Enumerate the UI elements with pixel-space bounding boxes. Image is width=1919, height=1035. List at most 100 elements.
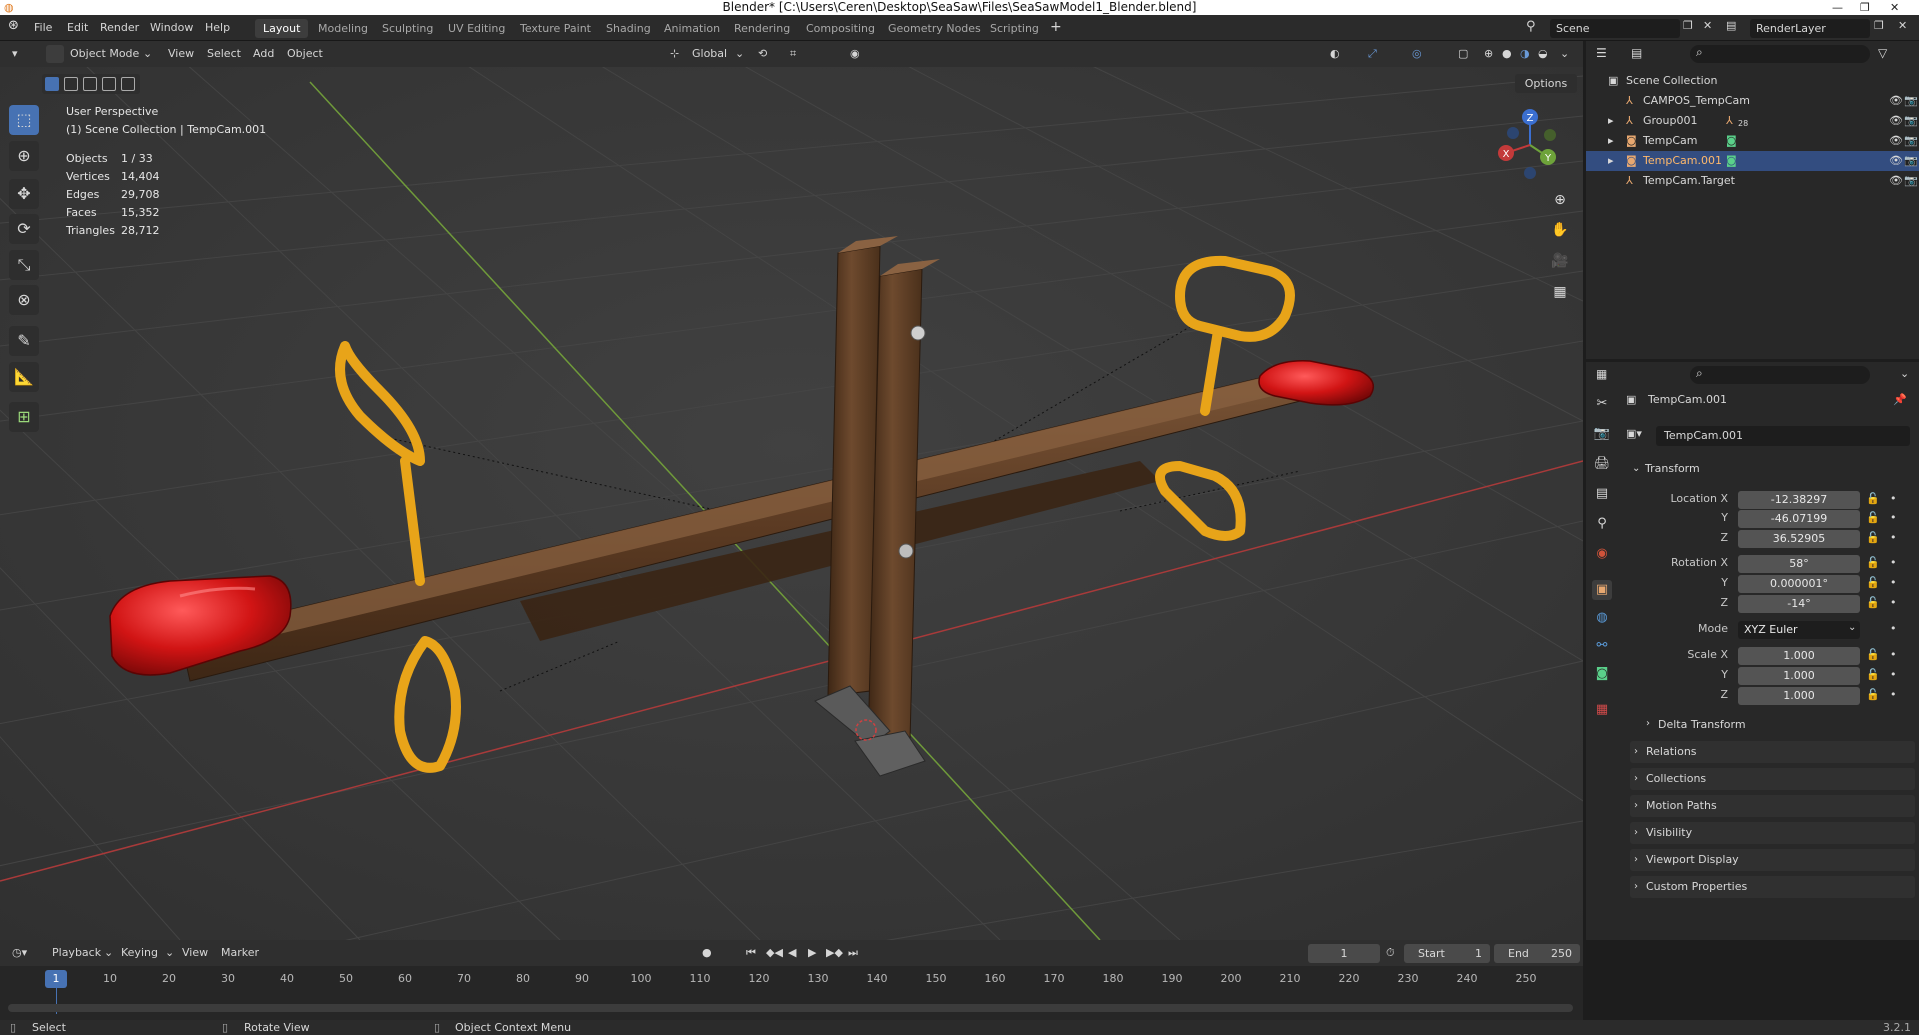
solid-shading-icon[interactable]: ●: [1502, 47, 1512, 60]
scale-z-field[interactable]: 1.000: [1738, 687, 1860, 705]
keyframe-dot-icon[interactable]: •: [1890, 511, 1897, 524]
menu-render[interactable]: Render: [100, 21, 139, 34]
measure-tool-icon[interactable]: 📐: [9, 362, 39, 392]
visibility-icon[interactable]: ◐: [1330, 47, 1340, 60]
tab-shading[interactable]: Shading: [598, 19, 659, 38]
annotate-tool-icon[interactable]: ✎: [9, 326, 39, 356]
keyframe-dot-icon[interactable]: •: [1890, 556, 1897, 569]
view-layer-icon[interactable]: ▤: [1726, 19, 1736, 32]
preview-range-icon[interactable]: ⏱: [1386, 946, 1395, 960]
keyframe-dot-icon[interactable]: •: [1890, 648, 1897, 661]
display-mode-icon[interactable]: ▤: [1631, 46, 1642, 60]
menu-window[interactable]: Window: [150, 21, 193, 34]
location-y-field[interactable]: -46.07199: [1738, 510, 1860, 528]
lock-icon[interactable]: 🔓: [1866, 688, 1880, 701]
keyframe-dot-icon[interactable]: •: [1890, 688, 1897, 701]
pivot-icon[interactable]: ⟲: [758, 47, 767, 60]
transform-panel-header[interactable]: Transform: [1645, 462, 1700, 475]
panel-relations[interactable]: Relations: [1630, 741, 1915, 763]
tab-animation[interactable]: Animation: [656, 19, 728, 38]
scale-tool-icon[interactable]: ⤡: [9, 250, 39, 280]
lock-icon[interactable]: 🔓: [1866, 556, 1880, 569]
menu-object[interactable]: Object: [287, 47, 323, 60]
pan-hand-icon[interactable]: ✋: [1547, 217, 1573, 243]
zoom-icon[interactable]: ⊕: [1547, 187, 1573, 213]
delete-view-layer-icon[interactable]: ✕: [1898, 19, 1907, 32]
material-shading-icon[interactable]: ◑: [1520, 47, 1530, 60]
lock-icon[interactable]: 🔓: [1866, 492, 1880, 505]
physics-tab-icon[interactable]: ◍: [1592, 608, 1612, 628]
tab-rendering[interactable]: Rendering: [726, 19, 798, 38]
tab-scripting[interactable]: Scripting: [982, 19, 1047, 38]
timeline-scrollbar[interactable]: [8, 1004, 1573, 1012]
menu-edit[interactable]: Edit: [67, 21, 88, 34]
play-reverse-icon[interactable]: ◀: [788, 946, 796, 959]
start-frame-field[interactable]: Start 1: [1404, 944, 1490, 963]
tab-texture-paint[interactable]: Texture Paint: [512, 19, 599, 38]
3d-viewport[interactable]: [0, 41, 1583, 940]
shading-options-icon[interactable]: ⌄: [1560, 47, 1569, 60]
delta-transform-subpanel[interactable]: Delta Transform: [1658, 718, 1746, 731]
menu-file[interactable]: File: [34, 21, 52, 34]
snap-icon[interactable]: ⌗: [790, 47, 796, 61]
play-icon[interactable]: ▶: [808, 946, 816, 959]
outliner-editor-icon[interactable]: ☰: [1596, 46, 1607, 60]
mode-dropdown[interactable]: Object Mode: [70, 47, 139, 60]
jump-end-icon[interactable]: ⏭: [848, 946, 858, 960]
select-subtract-icon[interactable]: [83, 77, 97, 91]
hide-eye-icon[interactable]: 👁: [1889, 91, 1903, 111]
options-button[interactable]: Options: [1515, 74, 1577, 93]
tab-uv-editing[interactable]: UV Editing: [440, 19, 513, 38]
lock-icon[interactable]: 🔓: [1866, 668, 1880, 681]
viewport-scene[interactable]: [0, 41, 1583, 940]
output-tab-icon[interactable]: 🖨: [1592, 454, 1612, 474]
orientation-chevron-icon[interactable]: ⌄: [735, 47, 744, 60]
lock-icon[interactable]: 🔓: [1866, 648, 1880, 661]
lock-icon[interactable]: 🔓: [1866, 531, 1880, 544]
cursor-tool-icon[interactable]: ⊕: [9, 141, 39, 171]
overlay-toggle-icon[interactable]: ◎: [1412, 47, 1422, 60]
filter-icon[interactable]: ▽: [1878, 46, 1887, 60]
view-layer-tab-icon[interactable]: ▤: [1592, 484, 1612, 504]
render-camera-icon[interactable]: 📷: [1904, 131, 1918, 151]
datablock-type-icon[interactable]: ▣▾: [1626, 427, 1642, 440]
rendered-shading-icon[interactable]: ◒: [1538, 47, 1548, 60]
properties-search-input[interactable]: [1690, 366, 1870, 384]
menu-add[interactable]: Add: [253, 47, 274, 60]
timeline-editor-icon[interactable]: ◷▾: [12, 946, 27, 959]
outliner-root[interactable]: ▣ Scene Collection: [1586, 71, 1919, 91]
outliner-item[interactable]: ⅄ CAMPOS_TempCam 👁 📷: [1586, 91, 1919, 111]
scene-icon[interactable]: ⚲: [1526, 19, 1536, 34]
expand-chevron-icon[interactable]: ▸: [1608, 131, 1614, 151]
orientation-dropdown[interactable]: Global: [692, 47, 727, 60]
panel-viewport-display[interactable]: Viewport Display: [1630, 849, 1915, 871]
texture-tab-icon[interactable]: ▦: [1592, 700, 1612, 720]
panel-custom-properties[interactable]: Custom Properties: [1630, 876, 1915, 898]
render-camera-icon[interactable]: 📷: [1904, 171, 1918, 191]
outliner-item[interactable]: ⅄ TempCam.Target 👁 📷: [1586, 171, 1919, 191]
panel-collections[interactable]: Collections: [1630, 768, 1915, 790]
render-camera-icon[interactable]: 📷: [1904, 151, 1918, 171]
keyframe-dot-icon[interactable]: •: [1890, 576, 1897, 589]
new-scene-icon[interactable]: ❐: [1683, 19, 1693, 32]
keyframe-dot-icon[interactable]: •: [1890, 596, 1897, 609]
tab-sculpting[interactable]: Sculpting: [374, 19, 441, 38]
rotation-z-field[interactable]: -14°: [1738, 595, 1860, 613]
camera-view-icon[interactable]: 🎥: [1547, 248, 1573, 274]
gizmo-toggle-icon[interactable]: ⤢: [1368, 47, 1377, 61]
expand-chevron-icon[interactable]: ▸: [1608, 111, 1614, 131]
menu-view[interactable]: View: [168, 47, 194, 60]
pin-icon[interactable]: 📌: [1893, 393, 1907, 406]
xray-icon[interactable]: ▢: [1458, 47, 1468, 60]
tab-modeling[interactable]: Modeling: [310, 19, 376, 38]
object-name-field[interactable]: TempCam.001: [1656, 426, 1910, 446]
jump-keyframe-back-icon[interactable]: ◆◀: [766, 946, 783, 959]
rotation-x-field[interactable]: 58°: [1738, 555, 1860, 573]
menu-select[interactable]: Select: [207, 47, 241, 60]
scale-y-field[interactable]: 1.000: [1738, 667, 1860, 685]
navigation-gizmo[interactable]: Z Y X: [1490, 105, 1570, 185]
render-tab-icon[interactable]: 📷: [1592, 424, 1612, 444]
jump-keyframe-forward-icon[interactable]: ▶◆: [826, 946, 843, 959]
tab-compositing[interactable]: Compositing: [798, 19, 883, 38]
outliner-search-input[interactable]: [1690, 45, 1870, 63]
